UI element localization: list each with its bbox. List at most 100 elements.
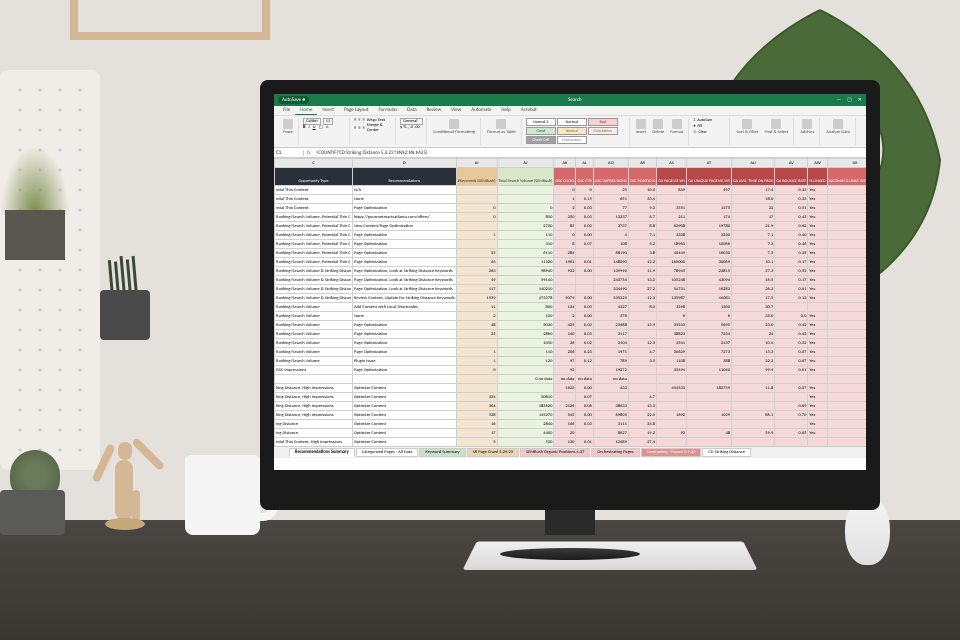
cell[interactable]: 13.2 xyxy=(628,276,656,285)
cell[interactable]: Yes xyxy=(808,294,827,303)
cell-style-check-cell[interactable]: Check Cell xyxy=(526,136,556,144)
cell[interactable]: 0.69 xyxy=(775,402,808,411)
cell[interactable]: 140 xyxy=(554,330,576,339)
cell[interactable]: king Distance, High Impressions xyxy=(275,411,353,420)
cell[interactable]: 7273 xyxy=(687,348,732,357)
cell[interactable]: king Distance, High Impressions xyxy=(275,402,353,411)
header-linked[interactable]: IS LINKED xyxy=(808,168,827,186)
cell[interactable] xyxy=(497,384,554,393)
cell[interactable]: 11040 xyxy=(687,366,732,375)
table-row[interactable]: king Distance, High ImpressionsOptimize … xyxy=(275,402,867,411)
ribbon-tab-acrobat[interactable]: Acrobat xyxy=(516,106,542,115)
merge-button[interactable]: Merge & Center xyxy=(367,123,392,133)
cell[interactable]: 0 xyxy=(554,231,576,240)
cell[interactable]: 140210 xyxy=(497,285,554,294)
cell[interactable]: Yes xyxy=(808,249,827,258)
ribbon-tab-file[interactable]: File xyxy=(278,106,295,115)
cell[interactable]: GSC Impressions xyxy=(275,366,353,375)
cell[interactable]: 6.7 xyxy=(628,213,656,222)
cell[interactable]: Ranking/Search Volume, Potential Thin C xyxy=(275,258,353,267)
cell[interactable] xyxy=(687,393,732,402)
cell[interactable]: 0.17 xyxy=(775,258,808,267)
header-clicks[interactable]: GSC CLICKS xyxy=(554,168,576,186)
ribbon-tab-formulas[interactable]: Formulas xyxy=(373,106,402,115)
cell[interactable]: no data xyxy=(593,375,628,384)
cell[interactable]: 0.33 xyxy=(775,195,808,204)
cell[interactable]: Optimize Content xyxy=(352,411,456,420)
cell[interactable]: Yes xyxy=(808,204,827,213)
cell[interactable]: Optimize Content xyxy=(352,429,456,438)
header-opp[interactable]: Opportunity Type xyxy=(275,168,353,186)
cell[interactable]: 849 xyxy=(657,186,687,195)
header-bounce[interactable]: GA BOUNCE RATE xyxy=(775,168,808,186)
cell[interactable]: 174 xyxy=(687,213,732,222)
cell[interactable]: Yes xyxy=(808,276,827,285)
header-pos[interactable]: GSC POSITIO N xyxy=(628,168,656,186)
col-header[interactable]: AJ xyxy=(497,159,554,168)
cell[interactable] xyxy=(775,420,808,429)
cell-style-bad[interactable]: Bad xyxy=(588,118,618,126)
cell[interactable]: 6807 xyxy=(827,321,866,330)
cell[interactable]: Page Optimization xyxy=(352,231,456,240)
cell[interactable]: 6288 xyxy=(827,294,866,303)
cell[interactable]: 0.51 xyxy=(775,204,808,213)
header-vol[interactable]: Total Search Volume (SEMRush) xyxy=(497,168,554,186)
cell[interactable]: 4400 xyxy=(497,429,554,438)
cell[interactable]: Yes xyxy=(808,348,827,357)
cell[interactable]: 0.07 xyxy=(775,348,808,357)
table-row[interactable]: ing DistanceOptimize Content174400208627… xyxy=(275,429,867,438)
col-header[interactable]: AK xyxy=(554,159,576,168)
cell[interactable]: Ranking/Search Volume & Striking Distan xyxy=(275,285,353,294)
cell[interactable] xyxy=(775,393,808,402)
cell[interactable]: 50810 xyxy=(497,393,554,402)
cell[interactable]: 4.7 xyxy=(628,348,656,357)
col-header[interactable]: D xyxy=(352,159,456,168)
ribbon-tab-insert[interactable]: Insert xyxy=(317,106,339,115)
cell[interactable]: 2126 xyxy=(554,402,576,411)
col-header[interactable]: AQ xyxy=(593,159,628,168)
col-header[interactable]: AI xyxy=(456,159,497,168)
cell[interactable]: 310 xyxy=(497,240,554,249)
cell[interactable]: 826 xyxy=(827,357,866,366)
cell[interactable]: 17.4 xyxy=(732,186,775,195)
cell[interactable]: Ranking/Search Volume xyxy=(275,348,353,357)
sheet-tab[interactable]: Keyword Summary xyxy=(419,448,465,457)
cell[interactable] xyxy=(808,303,827,312)
table-row[interactable]: Ranking/Search VolumeNone210020.00376663… xyxy=(275,312,867,321)
cell[interactable] xyxy=(554,285,576,294)
cell[interactable]: 49 xyxy=(456,276,497,285)
cell[interactable]: https://gourmetmartsatlanta.com/offers/ xyxy=(352,213,456,222)
cell[interactable]: 0.07 xyxy=(775,384,808,393)
cell[interactable]: None xyxy=(352,312,456,321)
cell[interactable]: 11.9 xyxy=(628,267,656,276)
cell[interactable]: Page Optimization xyxy=(352,339,456,348)
cell[interactable]: 1 xyxy=(554,195,576,204)
cell[interactable]: 7.1 xyxy=(732,231,775,240)
cell[interactable]: 1 xyxy=(456,231,497,240)
worksheet[interactable]: CDAIAJAKALAQARASATAUAVAWAXAYAZBAOpportun… xyxy=(274,158,866,458)
ribbon-tab-page-layout[interactable]: Page Layout xyxy=(339,106,373,115)
cell[interactable]: 0.03 xyxy=(576,303,593,312)
cell[interactable] xyxy=(657,420,687,429)
cell[interactable]: 2137 xyxy=(687,339,732,348)
cell[interactable]: Ranking/Search Volume, Potential Thin C xyxy=(275,222,353,231)
table-row[interactable]: king Distance, High ImpressionsOptimize … xyxy=(275,393,867,402)
cell[interactable]: 110 xyxy=(497,348,554,357)
cell[interactable]: 5030 xyxy=(497,321,554,330)
cell[interactable]: 134 xyxy=(554,303,576,312)
cell[interactable]: 5695 xyxy=(687,321,732,330)
col-header[interactable]: AW xyxy=(808,159,827,168)
col-header[interactable]: AS xyxy=(657,159,687,168)
cell[interactable]: 48 xyxy=(687,429,732,438)
cell-style-neutral[interactable]: Neutral xyxy=(557,127,587,135)
ribbon-tab-view[interactable]: View xyxy=(446,106,466,115)
cell[interactable]: 8522 xyxy=(827,366,866,375)
cell-style-normal[interactable]: Normal xyxy=(557,118,587,126)
cell[interactable]: 16.5 xyxy=(732,276,775,285)
conditional-fmt-button[interactable]: Conditional Formatting xyxy=(431,118,477,136)
cell[interactable] xyxy=(576,429,593,438)
fx-icon[interactable]: fx xyxy=(304,150,314,156)
cell[interactable]: Yes xyxy=(808,258,827,267)
cell[interactable]: 0.01 xyxy=(775,366,808,375)
header-atop[interactable]: GA AVG. TIME ON PAGE xyxy=(732,168,775,186)
